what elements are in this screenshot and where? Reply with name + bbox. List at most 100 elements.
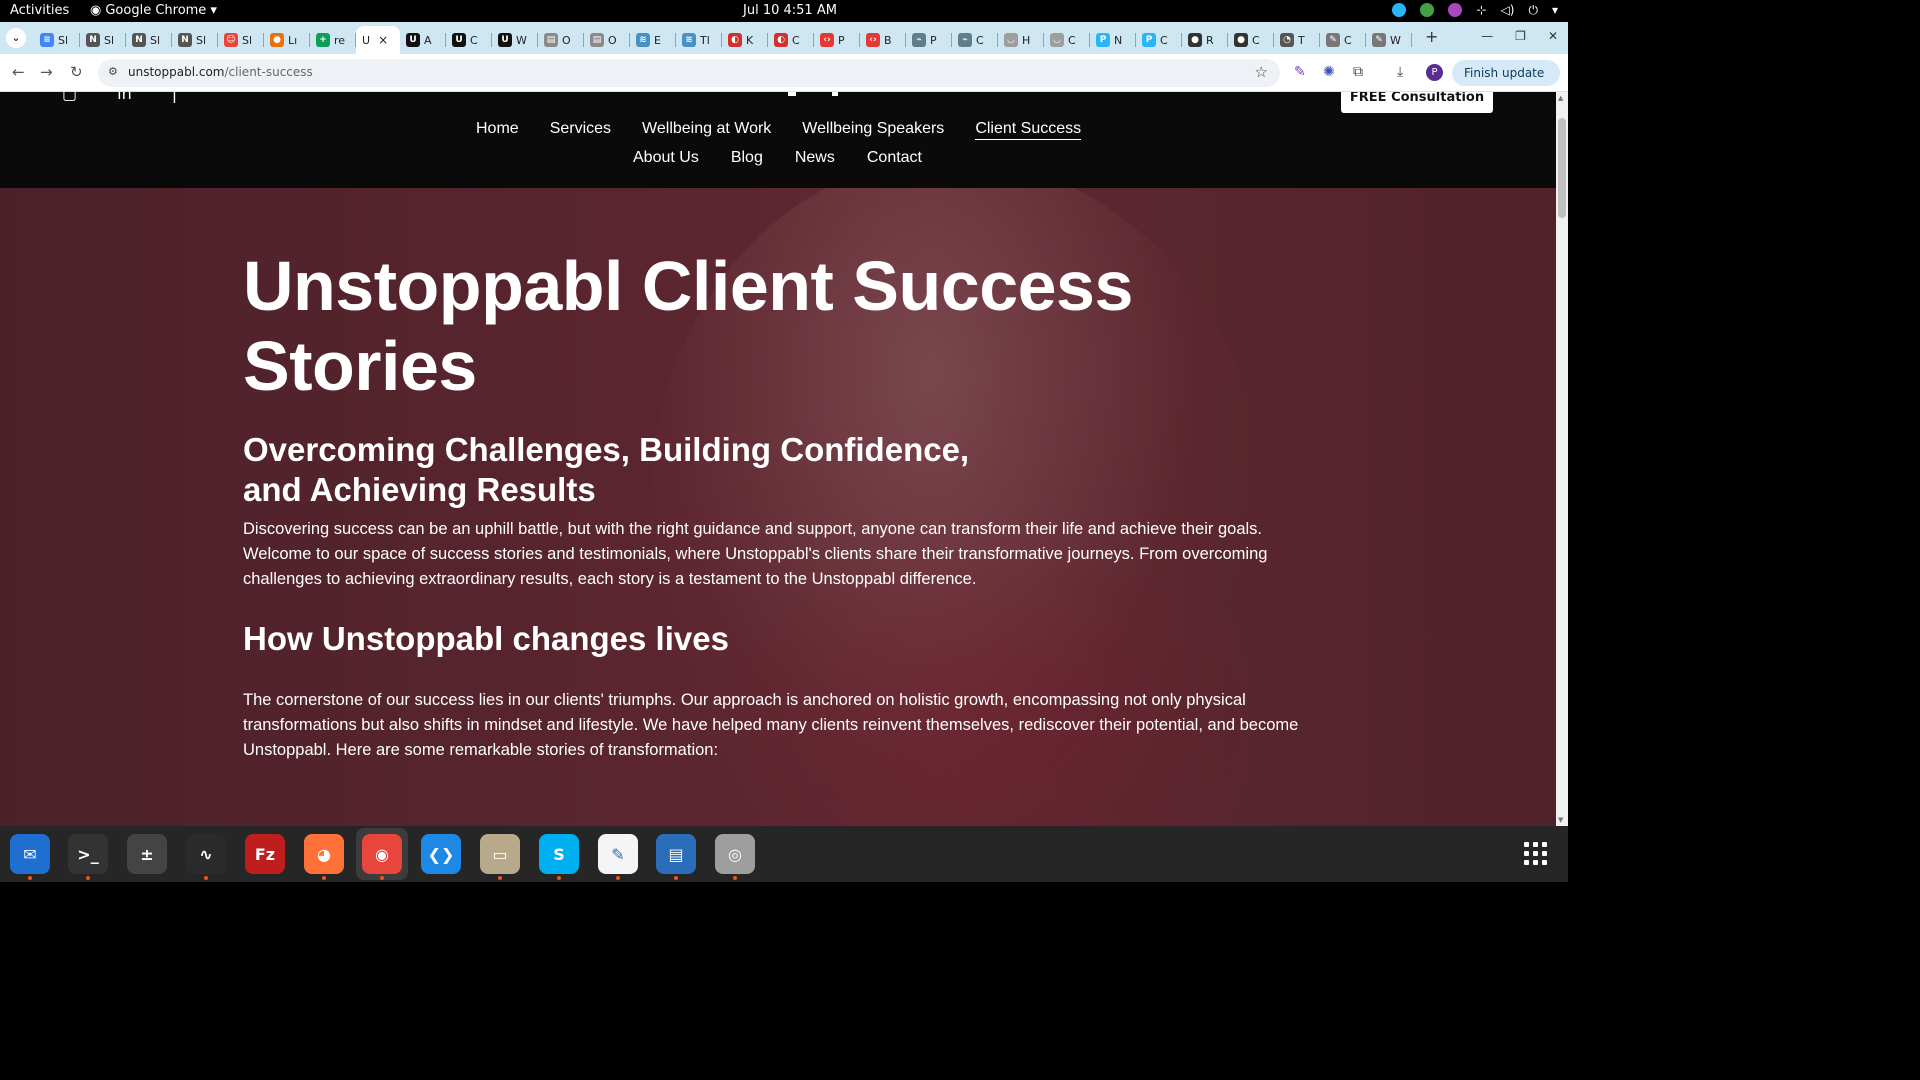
disks-icon[interactable]: ◎ (715, 834, 755, 880)
tab[interactable]: + re (310, 26, 356, 54)
free-consultation-button[interactable]: FREE Consultation (1341, 92, 1493, 113)
app-menu[interactable]: ◉ Google Chrome ▾ (90, 3, 217, 18)
tab-favicon-icon: U (498, 33, 512, 47)
writer-icon[interactable]: ▤ (656, 834, 696, 880)
tray-app-icon[interactable] (1448, 3, 1463, 17)
gear-extension-icon[interactable]: ✺ (1323, 64, 1335, 80)
tab-title: W (516, 33, 527, 47)
running-indicator (557, 876, 561, 880)
tab[interactable]: ▤ O (538, 26, 584, 54)
profile-avatar[interactable]: P (1426, 64, 1443, 81)
tab[interactable]: UW (492, 26, 538, 54)
tab[interactable]: N Sl (172, 26, 218, 54)
files-icon[interactable]: ▭ (480, 834, 520, 880)
tab[interactable]: ✎ C (1320, 26, 1366, 54)
running-indicator (28, 876, 32, 880)
tab[interactable]: PC (1136, 26, 1182, 54)
tab[interactable]: N Sl (80, 26, 126, 54)
tab[interactable]: ✎ W (1366, 26, 1412, 54)
restore-icon[interactable]: ❐ (1515, 29, 1526, 43)
tab[interactable]: ≋ Tl (676, 26, 722, 54)
tab[interactable]: ⌁ P (906, 26, 952, 54)
nav-link-client-success[interactable]: Client Success (975, 120, 1082, 140)
close-icon[interactable]: ✕ (1548, 29, 1558, 43)
tab[interactable]: UA (400, 26, 446, 54)
new-tab-button[interactable]: + (1425, 27, 1438, 46)
tab[interactable]: PN (1090, 26, 1136, 54)
nav-link-news[interactable]: News (795, 149, 835, 167)
linkedin-icon[interactable]: in (117, 92, 132, 103)
tab[interactable]: ‹› B (860, 26, 906, 54)
tab[interactable]: ◡ H (998, 26, 1044, 54)
browser-toolbar: ← → ↻ ⚙ unstoppabl.com/client-success ☆ … (0, 54, 1568, 106)
url-text[interactable]: unstoppabl.com/client-success (128, 65, 313, 79)
site-logo[interactable] (788, 92, 838, 96)
pen-extension-icon[interactable]: ✎ (1294, 64, 1306, 80)
nav-link-wellbeing-at-work[interactable]: Wellbeing at Work (642, 120, 771, 140)
filezilla-icon[interactable]: Fz (245, 834, 285, 874)
tab[interactable]: UC (446, 26, 492, 54)
reload-button[interactable]: ↻ (70, 63, 83, 81)
show-apps-icon[interactable] (1524, 842, 1547, 865)
minimize-icon[interactable]: — (1481, 29, 1493, 43)
finish-update-button[interactable]: Finish update ⋮ (1452, 60, 1560, 106)
tab[interactable]: N Sl (126, 26, 172, 54)
tab-title: T (1298, 33, 1305, 47)
tab[interactable]: ▤ O (584, 26, 630, 54)
activities-button[interactable]: Activities (10, 3, 69, 18)
nav-link-contact[interactable]: Contact (867, 149, 922, 167)
scrollbar-thumb[interactable] (1558, 118, 1566, 218)
terminal-icon[interactable]: >_ (68, 834, 108, 880)
site-info-icon[interactable]: ⚙ (108, 65, 118, 78)
forward-button[interactable]: → (40, 63, 53, 81)
scroll-down-icon[interactable]: ▼ (1558, 816, 1563, 824)
tab-close-icon[interactable]: × (378, 33, 388, 47)
tab[interactable]: ≋ E (630, 26, 676, 54)
volume-icon[interactable]: ◁) (1501, 3, 1515, 18)
social-icon[interactable]: | (172, 92, 177, 103)
thunderbird-icon[interactable]: ✉ (10, 834, 50, 880)
download-icon[interactable]: ⤓ (1397, 64, 1403, 80)
page-scrollbar[interactable]: ▲ ▼ (1556, 92, 1568, 826)
skype-icon[interactable]: S (539, 834, 579, 880)
instagram-icon[interactable]: ▢ (62, 92, 77, 103)
nav-link-services[interactable]: Services (550, 120, 611, 140)
chrome-icon[interactable]: ◉ (362, 834, 402, 880)
tab[interactable]: ● Lı (264, 26, 310, 54)
scroll-up-icon[interactable]: ▲ (1558, 94, 1563, 102)
power-icon[interactable]: ⏻ (1528, 3, 1538, 18)
page-viewport: ▢ in | FREE Consultation Home Services Wel… (0, 92, 1556, 826)
tray-app-icon[interactable] (1420, 3, 1435, 17)
tray-app-icon[interactable] (1392, 3, 1407, 17)
vscode-icon[interactable]: ❮❯ (421, 834, 461, 874)
nav-link-wellbeing-speakers[interactable]: Wellbeing Speakers (802, 120, 944, 140)
system-monitor-icon[interactable]: ∿ (186, 834, 226, 880)
tab[interactable]: ◐ K (722, 26, 768, 54)
extensions-puzzle-icon[interactable]: ⧉ (1353, 64, 1363, 80)
nav-link-blog[interactable]: Blog (731, 149, 763, 167)
chevron-down-icon[interactable]: ▾ (1552, 3, 1558, 18)
network-icon[interactable]: ⊹ (1476, 3, 1486, 18)
tab[interactable]: ● C (1228, 26, 1274, 54)
tab[interactable]: ⌁ C (952, 26, 998, 54)
tab[interactable]: ◡ C (1044, 26, 1090, 54)
nav-link-home[interactable]: Home (476, 120, 519, 140)
tab-active[interactable]: U × (356, 26, 400, 54)
nav-link-about-us[interactable]: About Us (633, 149, 699, 167)
bookmark-star-icon[interactable]: ☆ (1255, 63, 1268, 81)
tab[interactable]: ◔ T (1274, 26, 1320, 54)
tab[interactable]: ● R (1182, 26, 1228, 54)
tab[interactable]: ◐ C (768, 26, 814, 54)
address-bar[interactable]: ⚙ unstoppabl.com/client-success ☆ (98, 59, 1280, 87)
tab[interactable]: ‹› P (814, 26, 860, 54)
tab-title: re (334, 33, 346, 47)
tab-search-button[interactable]: ⌄ (6, 28, 26, 48)
text-editor-icon[interactable]: ✎ (598, 834, 638, 880)
clock[interactable]: Jul 10 4:51 AM (743, 3, 837, 18)
firefox-icon[interactable]: ◕ (304, 834, 344, 880)
calculator-icon[interactable]: ± (127, 834, 167, 874)
tab[interactable]: ≡ Sl (34, 26, 80, 54)
system-tray[interactable]: ⊹ ◁) ⏻ ▾ (1392, 3, 1558, 18)
tab[interactable]: ☺ Sl (218, 26, 264, 54)
back-button[interactable]: ← (12, 63, 25, 81)
